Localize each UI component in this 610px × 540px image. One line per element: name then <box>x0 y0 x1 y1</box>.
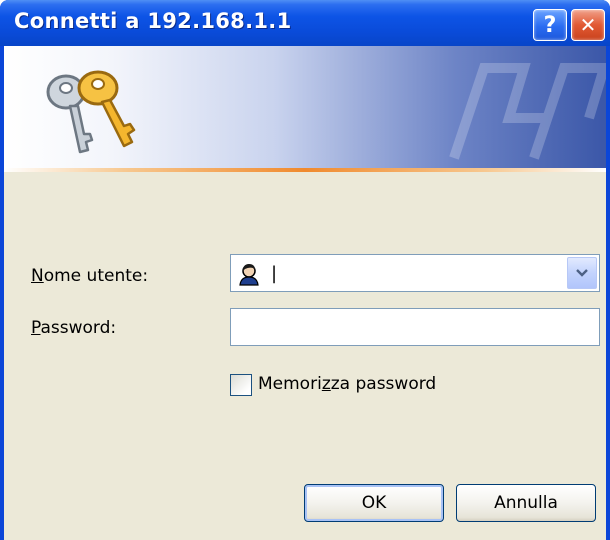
login-dialog: Connetti a 192.168.1.1 ? ✕ Nome utente: … <box>0 0 610 540</box>
close-button[interactable]: ✕ <box>571 9 605 41</box>
remember-password-checkbox[interactable] <box>230 374 252 396</box>
remember-label-post: za password <box>330 374 437 394</box>
window-title: Connetti a 192.168.1.1 <box>14 9 292 33</box>
close-icon: ✕ <box>579 13 597 37</box>
password-label: Password: <box>31 318 116 338</box>
dialog-body: Nome utente: | Password: Memorizza passw… <box>4 46 606 540</box>
banner <box>4 46 606 168</box>
username-dropdown-button[interactable] <box>567 257 597 289</box>
ok-button-label: OK <box>361 493 387 513</box>
username-label: Nome utente: <box>31 266 148 286</box>
watermark-keys-icon <box>449 63 606 160</box>
chevron-down-icon <box>576 269 588 277</box>
username-value: | <box>271 263 278 284</box>
banner-accent-line <box>4 168 606 172</box>
password-label-text: assword: <box>40 318 117 338</box>
username-label-mnemonic: N <box>31 266 44 286</box>
cancel-button-label: Annulla <box>494 493 558 513</box>
cancel-button[interactable]: Annulla <box>456 484 596 522</box>
remember-label-pre: Memori <box>258 374 322 394</box>
keys-icon <box>46 70 136 154</box>
remember-password-label[interactable]: Memorizza password <box>258 374 436 394</box>
ok-button[interactable]: OK <box>304 484 444 522</box>
password-label-mnemonic: P <box>31 318 41 338</box>
title-bar[interactable]: Connetti a 192.168.1.1 ? ✕ <box>0 0 610 46</box>
help-icon: ? <box>543 12 557 38</box>
user-icon <box>239 264 259 286</box>
remember-label-mnemonic: z <box>321 374 331 394</box>
help-button[interactable]: ? <box>533 9 567 41</box>
username-combobox[interactable]: | <box>230 254 600 292</box>
password-field[interactable] <box>230 308 600 346</box>
username-label-text: ome utente: <box>43 266 149 286</box>
